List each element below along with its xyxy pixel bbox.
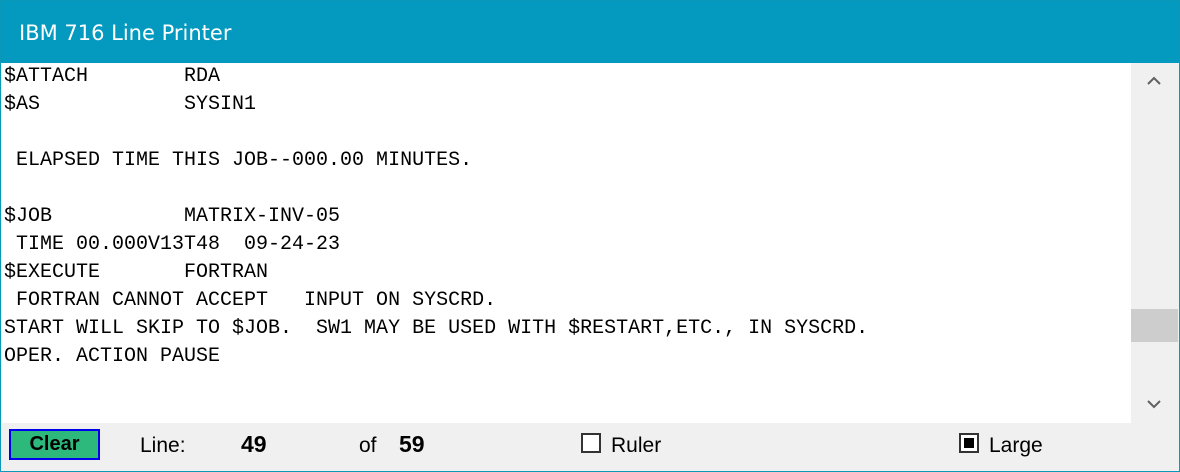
current-line-value: 49 <box>241 431 267 457</box>
printer-window: IBM 716 Line Printer $ATTACH RDA $AS SYS… <box>0 0 1180 472</box>
large-checkbox[interactable] <box>959 433 979 453</box>
scroll-thumb[interactable] <box>1131 309 1178 342</box>
printout-line: $JOB MATRIX-INV-05 <box>4 205 341 228</box>
scroll-up-button[interactable] <box>1131 63 1178 99</box>
printout-line: OPER. ACTION PAUSE <box>4 345 221 368</box>
printout-area[interactable]: $ATTACH RDA $AS SYSIN1 ELAPSED TIME THIS… <box>2 63 1131 423</box>
printout-line: $EXECUTE FORTRAN <box>4 261 269 284</box>
printout-line: TIME 00.000V13T48 09-24-23 <box>4 233 341 256</box>
title-bar[interactable]: IBM 716 Line Printer <box>1 1 1179 63</box>
status-bar: Clear Line: 49 of 59 Ruler Large <box>1 423 1179 471</box>
ruler-label[interactable]: Ruler <box>611 433 661 459</box>
chevron-up-icon <box>1147 76 1161 85</box>
clear-button[interactable]: Clear <box>9 429 100 460</box>
ruler-checkbox[interactable] <box>581 433 601 453</box>
printout-line: FORTRAN CANNOT ACCEPT INPUT ON SYSCRD. <box>4 289 497 312</box>
printout-line: $AS SYSIN1 <box>4 93 257 116</box>
line-label: Line: <box>140 434 186 457</box>
scroll-down-button[interactable] <box>1131 387 1178 423</box>
window-title: IBM 716 Line Printer <box>19 21 232 45</box>
printout-line: ELAPSED TIME THIS JOB--000.00 MINUTES. <box>4 149 473 172</box>
total-lines-value: 59 <box>399 431 425 457</box>
printout-line: $ATTACH RDA <box>4 65 221 88</box>
large-label[interactable]: Large <box>989 433 1043 459</box>
printout-line: START WILL SKIP TO $JOB. SW1 MAY BE USED… <box>4 317 869 340</box>
chevron-down-icon <box>1147 400 1161 409</box>
of-label: of <box>359 434 377 457</box>
vertical-scrollbar[interactable] <box>1131 63 1178 423</box>
